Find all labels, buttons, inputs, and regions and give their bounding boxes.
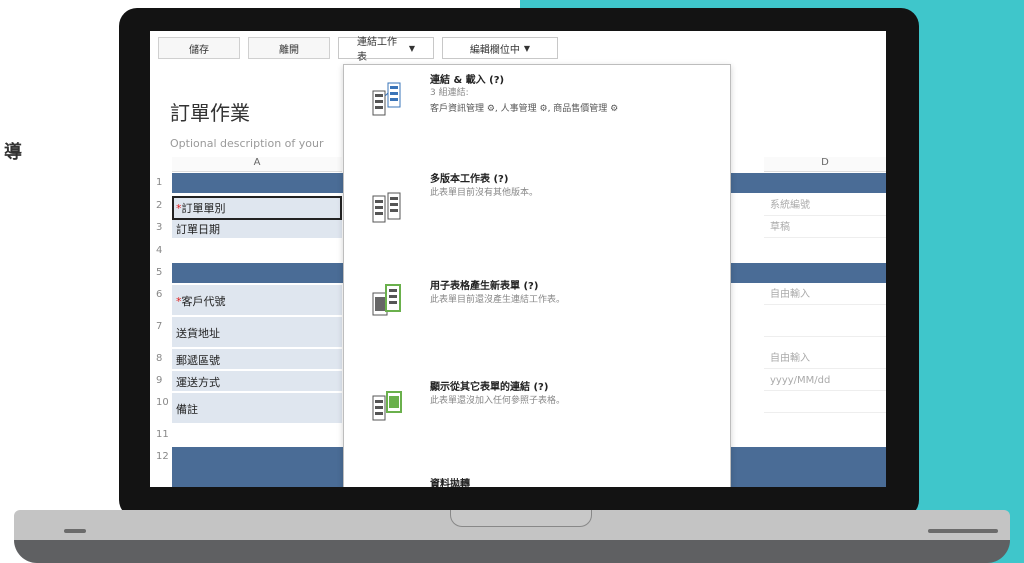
menu-item-links[interactable]: 客戶資訊管理 ⚙, 人事管理 ⚙, 商品售價管理 ⚙: [430, 101, 618, 114]
field-label-text: 客戶代號: [181, 295, 226, 308]
field-label-text: 訂單日期: [176, 223, 220, 236]
row-number: 2: [156, 200, 163, 211]
field-label-text: 運送方式: [176, 376, 220, 389]
side-text: 導: [4, 142, 22, 163]
menu-item-title: 顯示從其它表單的連結 (?): [430, 382, 549, 393]
close-label: 離開: [279, 44, 299, 56]
field-label-text: 備註: [176, 403, 198, 416]
menu-item-link-load[interactable]: 連結 & 載入 (?) 3 組連結: 客戶資訊管理 ⚙, 人事管理 ⚙, 商品售…: [344, 65, 730, 160]
field-label[interactable]: 送貨地址: [176, 325, 220, 341]
column-d-cell[interactable]: [764, 317, 886, 337]
menu-item-multi-version[interactable]: 多版本工作表 (?) 此表單目前沒有其他版本。: [344, 160, 730, 255]
menu-item-title: 用子表格產生新表單 (?): [430, 281, 539, 292]
form-title[interactable]: 訂單作業: [170, 97, 250, 126]
form-description[interactable]: Optional description of your: [170, 137, 324, 150]
menu-item-title: 資料拋轉: [430, 479, 470, 487]
laptop-port-right: [928, 529, 998, 533]
laptop-base-bottom: [14, 540, 1010, 563]
field-label[interactable]: 訂單日期: [176, 221, 220, 237]
laptop-port-left: [64, 529, 86, 533]
chevron-down-icon: ▼: [408, 43, 415, 53]
link-sheet-menu: 連結 & 載入 (?) 3 組連結: 客戶資訊管理 ⚙, 人事管理 ⚙, 商品售…: [343, 64, 731, 487]
toolbar: 儲存 離開 連結工作表 ▼ 編輯欄位中 ▼: [158, 37, 558, 63]
column-d-cell[interactable]: [764, 393, 886, 413]
subform-icon: [372, 284, 401, 316]
menu-item-desc: 此表單目前還沒產生連結工作表。: [430, 295, 566, 305]
menu-item-title: 連結 & 載入 (?): [430, 75, 505, 86]
app-screen: 儲存 離開 連結工作表 ▼ 編輯欄位中 ▼ 訂單作業 Optional descri…: [150, 31, 886, 487]
show-links-icon: [372, 391, 402, 421]
menu-item-show-links[interactable]: 顯示從其它表單的連結 (?) 此表單還沒加入任何參照子表格。: [344, 350, 730, 450]
menu-item-title: 多版本工作表 (?): [430, 174, 509, 185]
edit-field-dropdown[interactable]: 編輯欄位中 ▼: [442, 37, 558, 59]
laptop-base: [0, 510, 1024, 563]
field-label-text: 送貨地址: [176, 327, 220, 340]
field-label-text: 郵遞區號: [176, 354, 220, 367]
field-label[interactable]: 郵遞區號: [176, 352, 220, 368]
row-number: 1: [156, 177, 163, 188]
row-number: 10: [156, 397, 169, 408]
row-number: 8: [156, 353, 163, 364]
save-label: 儲存: [189, 44, 209, 56]
field-label[interactable]: 運送方式: [176, 374, 220, 390]
selected-cell-outline: [172, 196, 342, 220]
row-number: 12: [156, 451, 169, 462]
column-d-cell[interactable]: 自由輸入: [764, 349, 886, 369]
row-number: 4: [156, 245, 163, 256]
link-sheet-dropdown[interactable]: 連結工作表 ▼: [338, 37, 434, 63]
multi-version-icon: [372, 192, 401, 223]
row-number: 9: [156, 375, 163, 386]
column-d-cell[interactable]: 草稿: [764, 218, 886, 238]
column-d-cell[interactable]: 系統編號: [764, 196, 886, 216]
link-sheet-label: 連結工作表: [357, 37, 397, 63]
menu-item-subform[interactable]: 用子表格產生新表單 (?) 此表單目前還沒產生連結工作表。: [344, 255, 730, 350]
chevron-down-icon: ▼: [523, 43, 531, 53]
close-button[interactable]: 離開: [248, 37, 330, 59]
laptop-notch: [450, 510, 592, 527]
field-label[interactable]: *客戶代號: [176, 293, 226, 309]
column-d-cell[interactable]: yyyy/MM/dd: [764, 371, 886, 391]
row-number: 3: [156, 222, 163, 233]
row-number: 5: [156, 267, 163, 278]
link-load-icon: [372, 82, 401, 116]
field-label[interactable]: 備註: [176, 401, 198, 417]
menu-item-data-transfer[interactable]: 資料拋轉: [344, 450, 730, 487]
column-d-cell[interactable]: 自由輸入: [764, 285, 886, 305]
save-button[interactable]: 儲存: [158, 37, 240, 59]
edit-field-label: 編輯欄位中: [469, 44, 520, 56]
laptop-bezel: 儲存 離開 連結工作表 ▼ 編輯欄位中 ▼ 訂單作業 Optional descri…: [119, 8, 919, 518]
menu-item-desc: 此表單目前沒有其他版本。: [430, 188, 539, 198]
row-number: 6: [156, 289, 163, 300]
column-header-a[interactable]: A: [172, 157, 342, 172]
column-header-d[interactable]: D: [764, 157, 886, 172]
menu-item-count: 3 組連結:: [430, 88, 469, 98]
menu-item-desc: 此表單還沒加入任何參照子表格。: [430, 396, 566, 406]
row-number: 11: [156, 429, 169, 440]
row-number: 7: [156, 321, 163, 332]
